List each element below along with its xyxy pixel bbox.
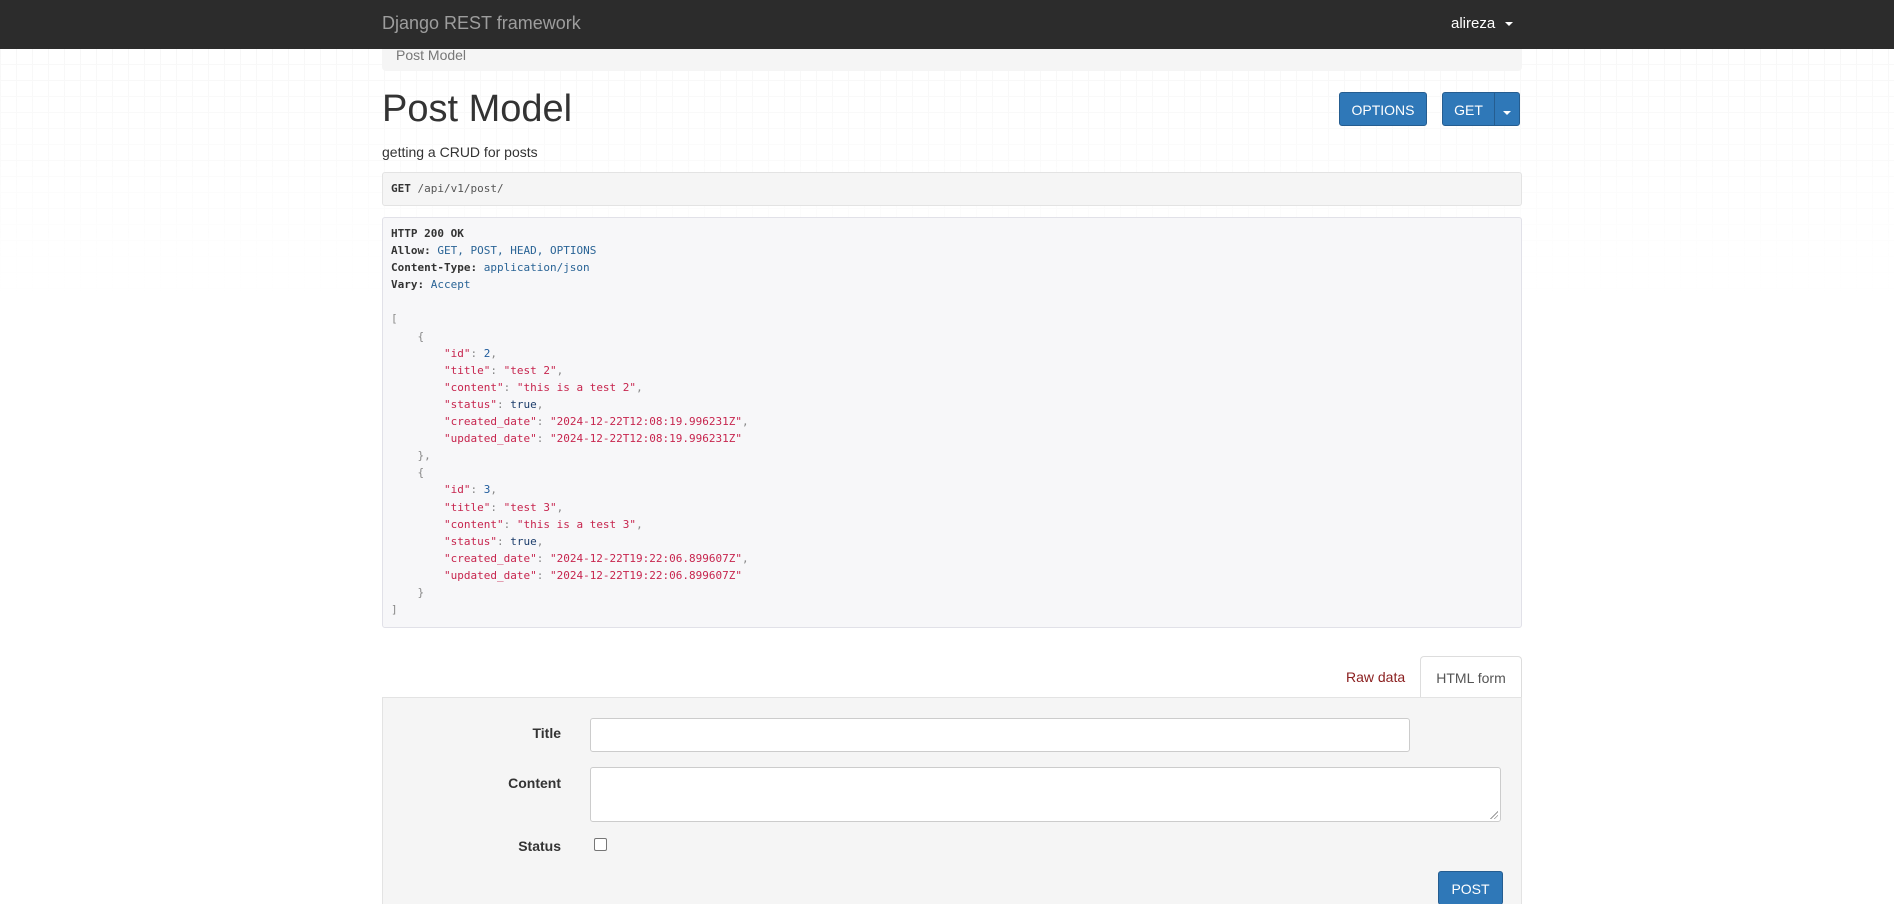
json-key: "status"	[443, 397, 497, 411]
title-label: Title	[532, 725, 561, 741]
json-created-date-value: "2024-12-22T12:08:19.996231Z"	[549, 415, 743, 429]
json-key: "created_date"	[443, 415, 537, 429]
vary-header-value: Accept	[430, 278, 471, 292]
json-key: "id"	[443, 483, 471, 497]
json-key: "updated_date"	[443, 568, 537, 582]
brand-link[interactable]: Django REST framework	[382, 13, 581, 34]
json-key: "title"	[443, 500, 491, 514]
json-brace: },	[417, 449, 431, 463]
tab-raw-data[interactable]: Raw data	[1332, 656, 1419, 698]
json-updated-date-value: "2024-12-22T19:22:06.899607Z"	[549, 568, 743, 582]
content-type-header-value: application/json	[483, 261, 590, 275]
response-body: HTTP 200 OK Allow: GET, POST, HEAD, OPTI…	[382, 217, 1522, 628]
options-button[interactable]: OPTIONS	[1339, 92, 1427, 126]
json-brace: {	[417, 329, 425, 343]
get-format-dropdown[interactable]	[1494, 92, 1520, 126]
get-button[interactable]: GET	[1442, 92, 1495, 126]
json-created-date-value: "2024-12-22T19:22:06.899607Z"	[549, 551, 743, 565]
json-key: "title"	[443, 363, 491, 377]
tab-html-form[interactable]: HTML form	[1420, 656, 1522, 699]
page-title: Post Model	[382, 88, 573, 130]
response-status: HTTP 200 OK	[391, 227, 464, 240]
status-checkbox[interactable]	[594, 838, 607, 851]
caret-down-icon	[1505, 21, 1514, 26]
json-key: "created_date"	[443, 551, 537, 565]
request-path: /api/v1/post/	[410, 182, 504, 195]
json-status-value: true	[510, 534, 537, 548]
post-button[interactable]: POST	[1438, 871, 1503, 904]
json-key: "status"	[443, 534, 497, 548]
content-type-header-key: Content-Type:	[391, 261, 478, 275]
caret-down-icon	[1503, 111, 1511, 115]
user-name: alireza	[1451, 15, 1496, 32]
json-status-value: true	[510, 397, 537, 411]
json-brace: {	[417, 466, 425, 480]
json-content-value: "this is a test 3"	[516, 517, 637, 531]
html-form-panel: Title Content Status POST	[382, 697, 1522, 904]
json-bracket: ]	[391, 603, 398, 617]
title-input[interactable]	[590, 718, 1410, 752]
json-content-value: "this is a test 2"	[516, 380, 637, 394]
json-key: "id"	[443, 346, 471, 360]
json-brace: }	[417, 585, 425, 599]
resize-grip-icon[interactable]	[1490, 811, 1498, 819]
request-method: GET	[391, 182, 411, 195]
status-label: Status	[518, 838, 561, 854]
vary-header-key: Vary:	[391, 278, 425, 292]
form-tabs: Raw data HTML form	[382, 656, 1522, 699]
json-bracket: [	[391, 312, 398, 326]
json-title-value: "test 3"	[503, 500, 557, 514]
json-title-value: "test 2"	[503, 363, 557, 377]
navbar: Django REST framework alireza	[0, 0, 1894, 49]
allow-header-value: GET, POST, HEAD, OPTIONS	[437, 244, 597, 258]
page-description: getting a CRUD for posts	[382, 144, 538, 160]
json-key: "updated_date"	[443, 432, 537, 446]
breadcrumb-current: Post Model	[396, 47, 467, 63]
allow-header-key: Allow:	[391, 244, 431, 258]
json-updated-date-value: "2024-12-22T12:08:19.996231Z"	[549, 432, 743, 446]
json-key: "content"	[443, 517, 504, 531]
user-menu[interactable]: alireza	[1451, 15, 1514, 32]
request-info: GET /api/v1/post/	[382, 172, 1522, 206]
content-label: Content	[508, 775, 561, 791]
content-textarea[interactable]	[590, 767, 1501, 822]
json-key: "content"	[443, 380, 504, 394]
